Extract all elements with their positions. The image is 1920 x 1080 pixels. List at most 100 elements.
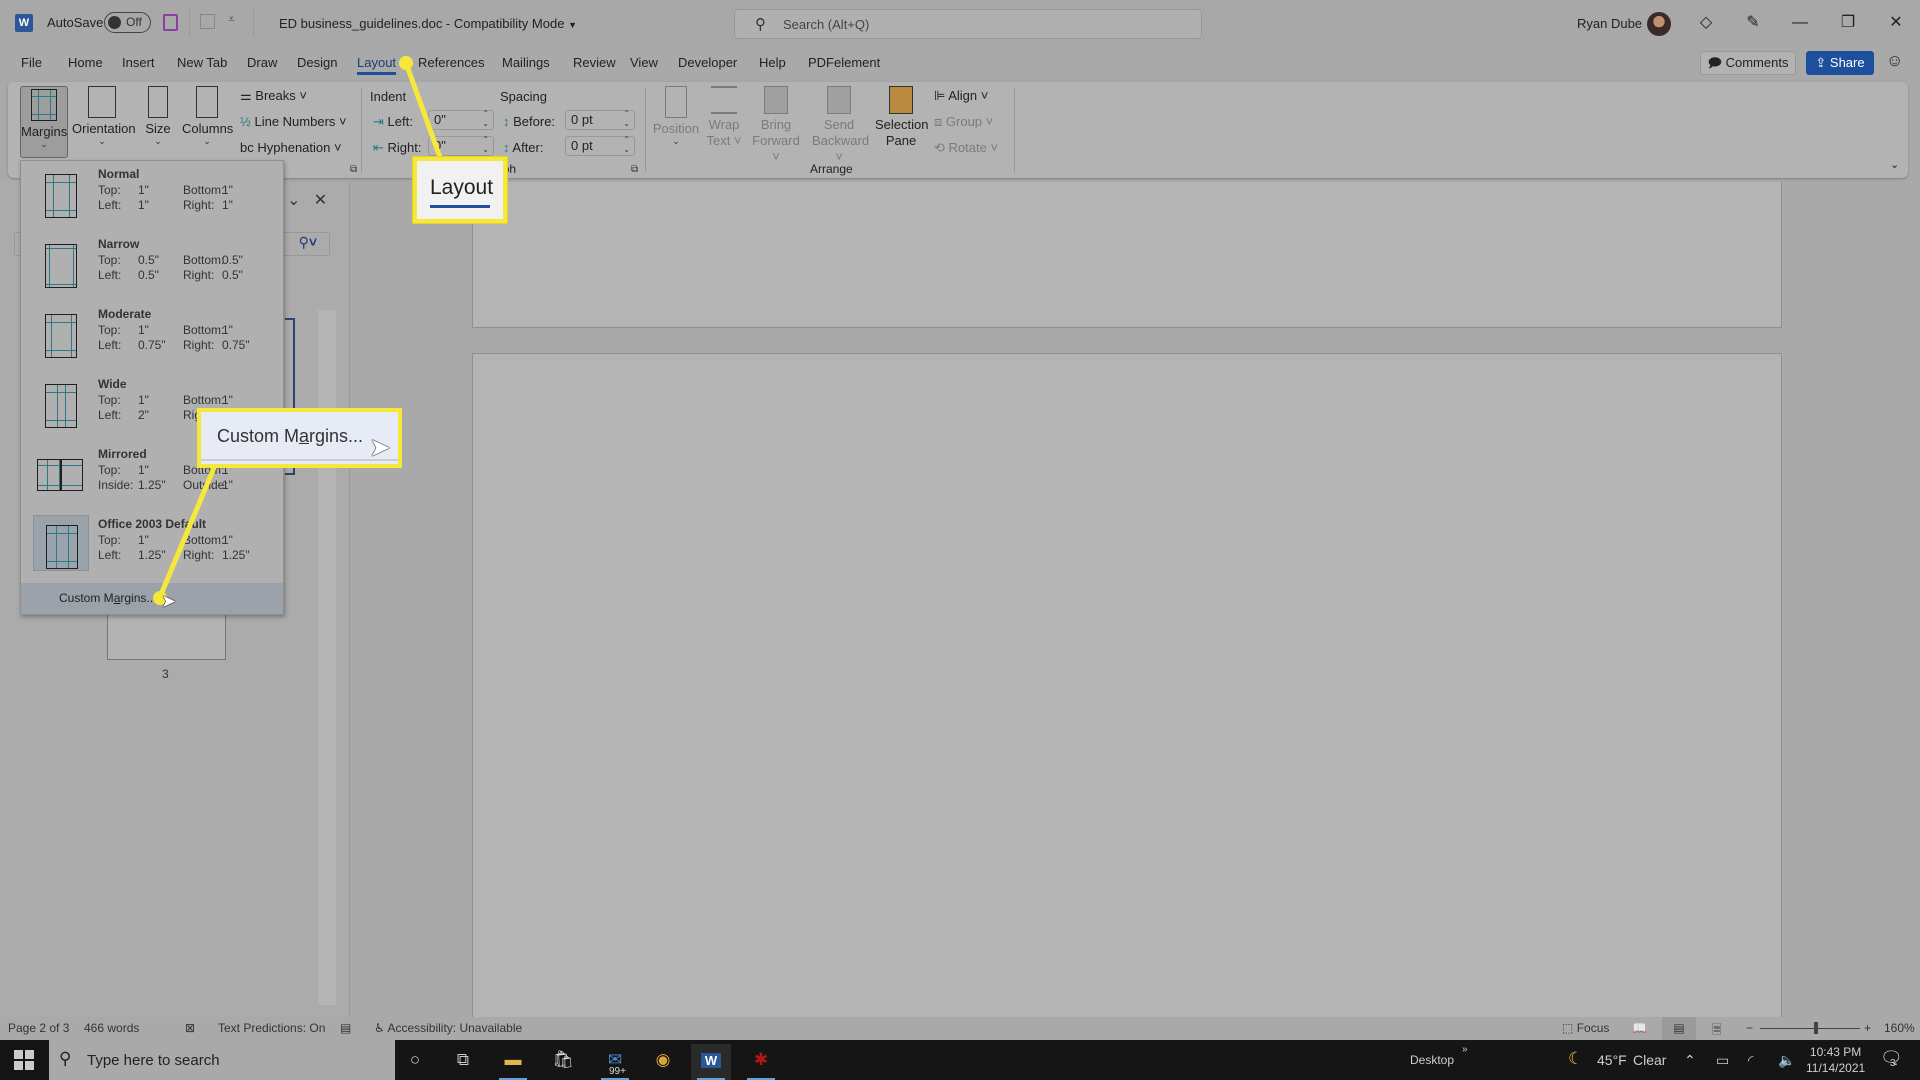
start-button[interactable]	[14, 1050, 34, 1070]
zoom-level[interactable]: 160%	[1884, 1021, 1915, 1035]
spinner-arrows[interactable]: ⌃ ⌄	[623, 109, 630, 129]
store-icon[interactable]: 🛍	[543, 1044, 583, 1080]
web-layout-icon[interactable]: 🗏	[1712, 1021, 1722, 1042]
bring-forward-button[interactable]: Bring Forward ˅	[752, 86, 800, 164]
read-mode-icon[interactable]: 📖	[1632, 1021, 1647, 1035]
taskbar-search-input[interactable]	[87, 1050, 377, 1070]
pen-icon[interactable]: ✎	[1740, 10, 1766, 36]
tab-draw[interactable]: Draw	[247, 55, 277, 70]
autosave-toggle[interactable]: Off	[104, 12, 151, 33]
margin-preset-office-2003-default[interactable]: Office 2003 Default Top: 1" Bottom: 1" Left: 1…	[21, 511, 283, 581]
tab-view[interactable]: View	[630, 55, 658, 70]
page-indicator[interactable]: Page 2 of 3	[8, 1021, 69, 1035]
tab-references[interactable]: References	[418, 55, 484, 70]
print-layout-icon[interactable]: ▤	[1662, 1017, 1696, 1040]
diamond-icon[interactable]: ◇	[1693, 10, 1719, 36]
weather-condition[interactable]: Clear	[1633, 1052, 1666, 1068]
mail-icon[interactable]: ✉ 99+	[595, 1044, 635, 1080]
wrap-text-button[interactable]: Wrap Text ˅	[705, 86, 743, 156]
custom-margins-menu-item[interactable]: Custom Margins...	[21, 583, 283, 614]
show-hidden-icons[interactable]: ⌃	[1684, 1052, 1696, 1069]
desktop-toolbar[interactable]: Desktop	[1410, 1053, 1454, 1067]
margin-preset-moderate[interactable]: Moderate Top: 1" Bottom: 1" Left: 0.75" Right: 0…	[21, 301, 283, 371]
taskbar-search[interactable]: ⚲	[49, 1040, 395, 1080]
indent-right-field[interactable]: 0" ⌃ ⌄	[428, 135, 494, 156]
spacing-after-field[interactable]: 0 pt ⌃ ⌄	[565, 135, 635, 156]
columns-button[interactable]: Columns ⌄	[182, 86, 233, 156]
indent-left-field[interactable]: 0" ⌃ ⌄	[428, 109, 494, 130]
file-explorer-icon[interactable]: ▬	[493, 1044, 533, 1080]
weather-temp[interactable]: 45°F	[1597, 1052, 1627, 1068]
zoom-slider[interactable]	[1760, 1028, 1860, 1029]
collapse-ribbon-icon[interactable]: ⌄	[1890, 158, 1899, 171]
group-button[interactable]: ⧈ Group ˅	[934, 114, 993, 130]
page-thumbnail[interactable]	[107, 610, 226, 660]
spinner-arrows[interactable]: ⌃ ⌄	[623, 135, 630, 155]
line-numbers-button[interactable]: ½ Line Numbers ˅	[240, 114, 347, 129]
chrome-icon[interactable]: ◉	[643, 1044, 683, 1080]
breaks-button[interactable]: ⚌ Breaks ˅	[240, 88, 307, 104]
zoom-in-button[interactable]: +	[1864, 1021, 1871, 1035]
document-page[interactable]	[472, 182, 1782, 328]
avatar[interactable]	[1647, 12, 1671, 36]
paragraph-launcher-icon[interactable]: ⧉	[631, 164, 638, 175]
proofing-icon[interactable]: ⊠	[185, 1021, 195, 1035]
tab-insert[interactable]: Insert	[122, 55, 155, 70]
restore-icon[interactable]: ❐	[1828, 8, 1868, 38]
tab-pdfelement[interactable]: PDFelement	[808, 55, 880, 70]
zoom-out-button[interactable]: −	[1746, 1021, 1753, 1035]
app-icon[interactable]: ✱	[741, 1044, 781, 1080]
margin-preset-normal[interactable]: Normal Top: 1" Bottom: 1" Left: 1" Right: 1"	[21, 161, 283, 231]
volume-icon[interactable]: 🔈	[1778, 1052, 1795, 1069]
save-icon[interactable]	[163, 14, 178, 31]
search-input[interactable]	[783, 14, 1183, 34]
orientation-button[interactable]: Orientation ⌄	[72, 86, 136, 156]
spacing-before-field[interactable]: 0 pt ⌃ ⌄	[565, 109, 635, 130]
display-settings-icon[interactable]: ▤	[340, 1021, 351, 1035]
notifications-icon[interactable]: 🗨 3	[1880, 1048, 1903, 1069]
share-button[interactable]: ⇪ Share	[1806, 51, 1874, 75]
hyphenation-button[interactable]: bc Hyphenation ˅	[240, 140, 342, 155]
tab-help[interactable]: Help	[759, 55, 786, 70]
size-button[interactable]: Size ⌄	[143, 86, 173, 156]
margins-button[interactable]: Margins ⌄	[20, 86, 68, 158]
touch-mode-icon[interactable]	[200, 14, 215, 29]
close-icon[interactable]: ✕	[1876, 8, 1916, 38]
send-backward-button[interactable]: Send Backward ˅	[812, 86, 869, 164]
spinner-arrows[interactable]: ⌃ ⌄	[482, 109, 489, 129]
tab-design[interactable]: Design	[297, 55, 337, 70]
comments-button[interactable]: 🗩 Comments	[1700, 51, 1796, 75]
word-taskbar-icon[interactable]: W	[691, 1044, 731, 1080]
selection-pane-button[interactable]: Selection Pane	[875, 86, 928, 156]
focus-button[interactable]: ⬚ Focus	[1562, 1021, 1609, 1035]
minimize-icon[interactable]: —	[1780, 8, 1820, 38]
tab-file[interactable]: File	[21, 55, 42, 70]
word-count[interactable]: 466 words	[84, 1021, 139, 1035]
tab-new-tab[interactable]: New Tab	[177, 55, 227, 70]
accessibility-status[interactable]: ♿ Accessibility: Unavailable	[374, 1021, 522, 1035]
battery-icon[interactable]: ▭	[1716, 1052, 1729, 1069]
chevron-down-icon[interactable]: ⌄	[287, 192, 300, 209]
task-view-icon[interactable]: ⧉	[443, 1044, 483, 1080]
user-name[interactable]: Ryan Dube	[1577, 16, 1642, 31]
position-button[interactable]: Position ⌄	[652, 86, 700, 156]
toolbar-expand-icon[interactable]: »	[1462, 1044, 1468, 1055]
margin-preset-narrow[interactable]: Narrow Top: 0.5" Bottom: 0.5" Left: 0.5" Right:…	[21, 231, 283, 301]
tab-home[interactable]: Home	[68, 55, 103, 70]
clock[interactable]: 10:43 PM 11/14/2021	[1806, 1044, 1865, 1076]
wifi-icon[interactable]: ◜	[1748, 1052, 1753, 1069]
customize-qat-icon[interactable]: ⩡	[228, 12, 235, 27]
document-title[interactable]: ED business_guidelines.doc - Compatibili…	[279, 16, 577, 31]
spinner-arrows[interactable]: ⌃ ⌄	[482, 135, 489, 155]
page-setup-launcher-icon[interactable]: ⧉	[350, 164, 357, 175]
feedback-smiley-icon[interactable]: ☺	[1886, 51, 1903, 71]
align-button[interactable]: ⊫ Align ˅	[934, 88, 988, 104]
tab-review[interactable]: Review	[573, 55, 616, 70]
rotate-button[interactable]: ⟲ Rotate ˅	[934, 140, 998, 156]
zoom-slider-thumb[interactable]	[1814, 1022, 1818, 1034]
cortana-icon[interactable]: ○	[395, 1044, 435, 1080]
text-predictions[interactable]: Text Predictions: On	[218, 1021, 325, 1035]
search-box[interactable]: ⚲	[734, 9, 1202, 39]
document-page[interactable]	[472, 353, 1782, 1017]
close-pane-icon[interactable]: ✕	[314, 192, 327, 209]
